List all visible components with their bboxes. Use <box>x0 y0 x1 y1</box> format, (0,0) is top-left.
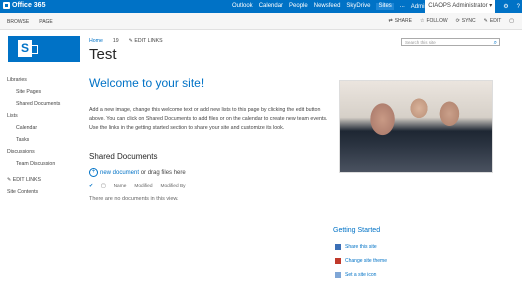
suite-links: Outlook Calendar People Newsfeed SkyDriv… <box>232 3 432 10</box>
user-menu[interactable]: CIAOPS Administrator ▾ <box>425 0 496 13</box>
share-label: SHARE <box>394 18 412 24</box>
nav-shared-documents[interactable]: Shared Documents <box>7 98 60 110</box>
search-placeholder: Search this site <box>405 40 436 45</box>
share-site-link[interactable]: Share this site <box>335 244 377 250</box>
nav-edit-links[interactable]: ✎ EDIT LINKS <box>7 174 60 186</box>
welcome-image <box>339 80 493 173</box>
suite-link-newsfeed[interactable]: Newsfeed <box>314 3 341 10</box>
site-icon-icon <box>335 272 341 278</box>
sync-icon: ⟳ <box>455 18 460 24</box>
search-icon[interactable]: ⌕ <box>494 39 497 47</box>
column-modified-by[interactable]: Modified By <box>161 184 186 189</box>
suite-link-people[interactable]: People <box>289 3 308 10</box>
quick-launch: Libraries Site Pages Shared Documents Li… <box>7 74 60 198</box>
office-logo-icon <box>3 2 10 9</box>
edit-icon: ✎ <box>483 18 488 24</box>
new-document-row: + new document or drag files here <box>89 168 186 177</box>
suite-bar: Office 365 Outlook Calendar People Newsf… <box>0 0 522 13</box>
site-icon-link[interactable]: Set a site icon <box>335 272 376 278</box>
theme-icon <box>335 258 341 264</box>
nav-site-pages[interactable]: Site Pages <box>7 86 60 98</box>
shared-documents-heading[interactable]: Shared Documents <box>89 152 157 161</box>
follow-icon: ☆ <box>419 18 425 24</box>
share-icon: ⇄ <box>388 18 393 24</box>
top-navigation: Home 19 ✎ EDIT LINKS <box>89 38 163 44</box>
suite-link-more[interactable]: ... <box>400 3 405 10</box>
topnav-item[interactable]: 19 <box>113 38 119 44</box>
office365-brand[interactable]: Office 365 <box>3 2 45 9</box>
suite-link-outlook[interactable]: Outlook <box>232 3 253 10</box>
select-all-checkbox[interactable]: ✔ <box>89 184 93 189</box>
help-icon[interactable]: ? <box>517 4 520 10</box>
new-document-link[interactable]: new document <box>100 170 139 176</box>
document-columns: ✔ ▢ Name Modified Modified By <box>89 184 186 189</box>
sync-button[interactable]: ⟳ SYNC <box>456 18 476 24</box>
topnav-home[interactable]: Home <box>89 38 103 44</box>
suite-link-calendar[interactable]: Calendar <box>259 3 283 10</box>
brand-label: Office 365 <box>12 2 46 9</box>
share-site-label: Share this site <box>345 244 377 250</box>
nav-calendar[interactable]: Calendar <box>7 122 60 134</box>
follow-button[interactable]: ☆ FOLLOW <box>420 18 448 24</box>
site-logo[interactable]: S <box>8 36 80 62</box>
nav-site-contents[interactable]: Site Contents <box>7 186 60 198</box>
sharepoint-logo-icon: S <box>18 40 38 57</box>
site-icon-label: Set a site icon <box>345 272 377 278</box>
column-type-icon: ▢ <box>101 184 106 189</box>
share-button[interactable]: ⇄ SHARE <box>389 18 412 24</box>
nav-lists[interactable]: Lists <box>7 110 60 122</box>
suite-link-skydrive[interactable]: SkyDrive <box>346 3 370 10</box>
suite-right: CIAOPS Administrator ▾ ⚙ ? <box>425 0 520 13</box>
focus-icon: ▢ <box>509 18 514 24</box>
getting-started-heading: Getting Started <box>333 227 381 234</box>
drag-files-text: or drag files here <box>139 170 186 177</box>
nav-discussions[interactable]: Discussions <box>7 146 60 158</box>
topnav-edit-links[interactable]: ✎ EDIT LINKS <box>129 38 163 44</box>
nav-team-discussion[interactable]: Team Discussion <box>7 158 60 170</box>
change-theme-label: Change site theme <box>345 258 387 264</box>
share-site-icon <box>335 244 341 250</box>
edit-button[interactable]: ✎ EDIT <box>484 18 502 24</box>
focus-button[interactable]: ▢ <box>509 18 514 24</box>
search-input[interactable]: Search this site ⌕ <box>401 38 500 46</box>
edit-label: EDIT <box>489 18 502 24</box>
suite-link-sites[interactable]: Sites <box>376 3 394 10</box>
welcome-text: Add a new image, change this welcome tex… <box>89 107 328 131</box>
column-name[interactable]: Name <box>114 184 127 189</box>
tab-page[interactable]: PAGE <box>39 19 53 25</box>
follow-label: FOLLOW <box>426 18 448 24</box>
change-theme-link[interactable]: Change site theme <box>335 258 387 264</box>
nav-libraries[interactable]: Libraries <box>7 74 60 86</box>
add-icon[interactable]: + <box>89 168 98 177</box>
tab-browse[interactable]: BROWSE <box>7 19 29 25</box>
welcome-heading: Welcome to your site! <box>89 76 205 90</box>
empty-view-message: There are no documents in this view. <box>89 196 179 202</box>
page-title: Test <box>89 46 117 63</box>
nav-tasks[interactable]: Tasks <box>7 134 60 146</box>
column-modified[interactable]: Modified <box>134 184 152 189</box>
ribbon-bar: BROWSE PAGE ⇄ SHARE ☆ FOLLOW ⟳ SYNC ✎ EDIT ▢ <box>0 13 522 30</box>
sync-label: SYNC <box>461 18 476 24</box>
settings-gear-icon[interactable]: ⚙ <box>503 3 508 10</box>
